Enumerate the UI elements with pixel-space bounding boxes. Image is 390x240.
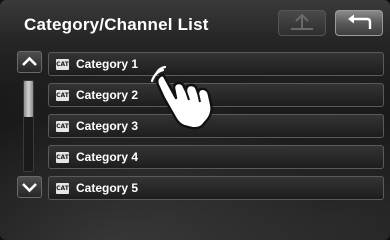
list-item-label: Category 4 [76,150,139,164]
up-to-top-arrow-icon [291,13,313,30]
scroll-down-button[interactable] [17,176,42,198]
top-button[interactable] [278,10,326,36]
list-item-category-5[interactable]: CAT Category 5 [48,176,384,200]
list-item-label: Category 1 [76,57,139,71]
category-channel-list-screen: Category/Channel List CAT Category 1 CAT… [0,0,390,240]
category-icon: CAT [56,182,69,194]
category-icon: CAT [56,120,69,132]
back-button[interactable] [335,10,383,36]
scroll-thumb[interactable] [24,81,33,117]
list-item-label: Category 2 [76,88,139,102]
chevron-up-icon [22,56,37,66]
chevron-down-icon [22,183,37,193]
list-item-label: Category 5 [76,181,139,195]
scroll-up-button[interactable] [17,51,42,73]
list-item-label: Category 3 [76,119,139,133]
category-icon: CAT [56,151,69,163]
scroll-track[interactable] [23,80,34,172]
tap-hand-icon [150,65,213,130]
category-icon: CAT [56,58,69,70]
category-icon: CAT [56,89,69,101]
list-item-category-4[interactable]: CAT Category 4 [48,145,384,169]
header: Category/Channel List [0,0,390,44]
return-arrow-icon [348,14,372,29]
page-title: Category/Channel List [24,15,209,34]
